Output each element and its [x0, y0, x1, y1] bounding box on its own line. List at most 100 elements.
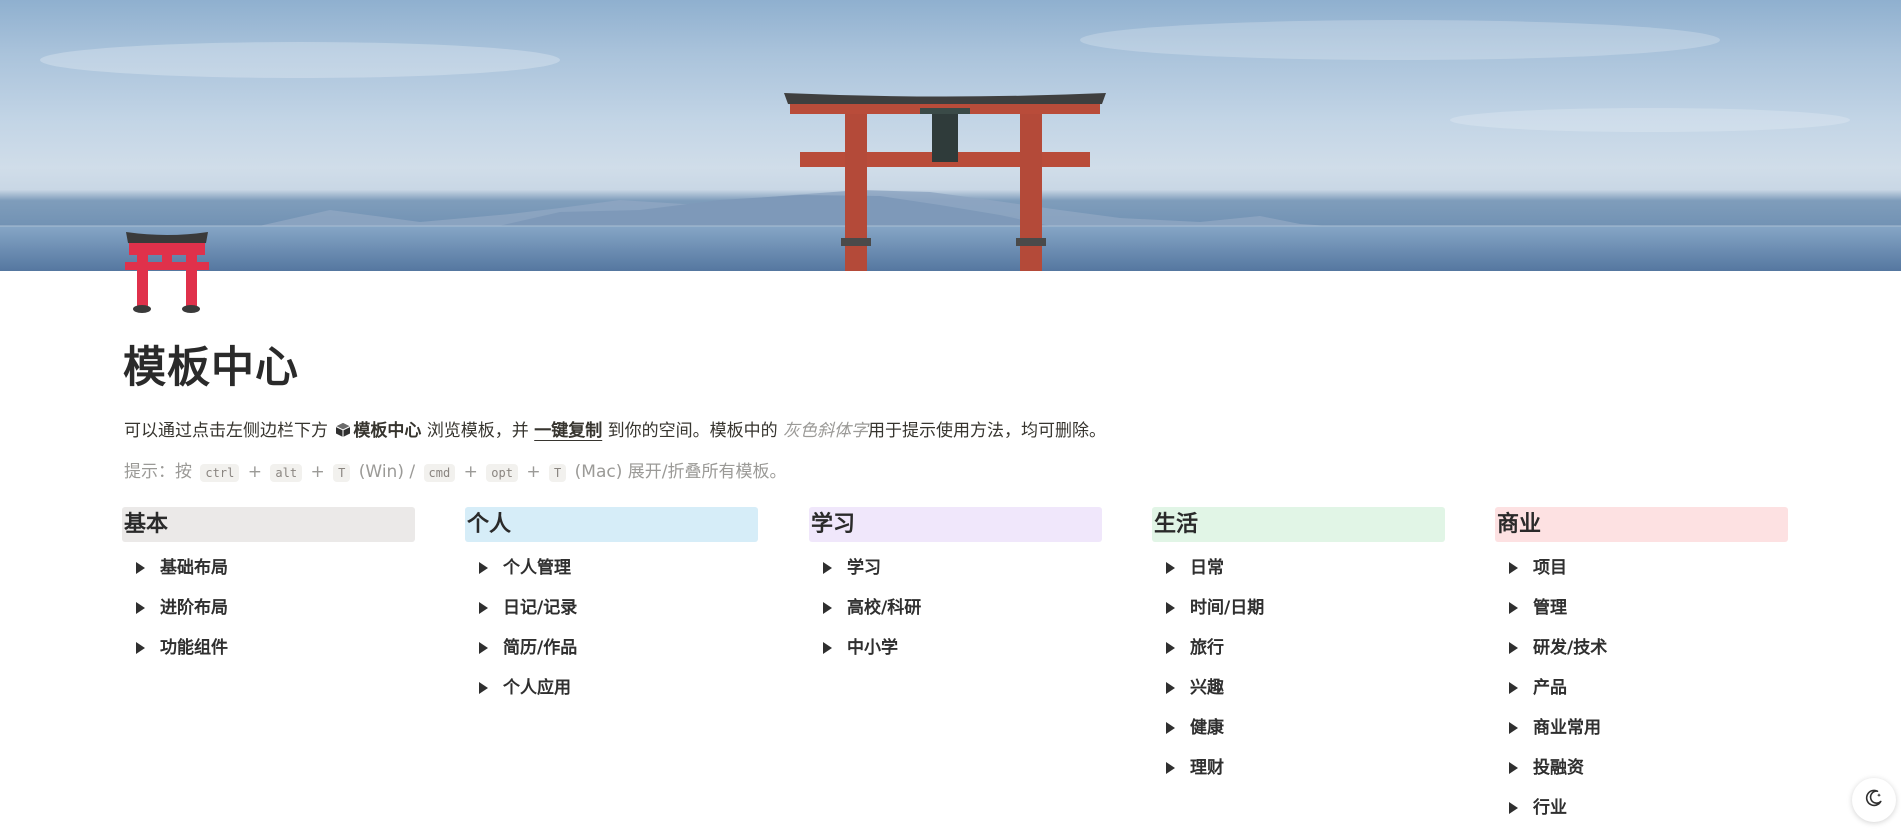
hint-plus: + [247, 462, 262, 482]
toggle-item[interactable]: 研发/技术 [1495, 628, 1788, 668]
triangle-right-icon[interactable] [1509, 562, 1518, 574]
hint-win: (Win) / [358, 462, 416, 482]
triangle-right-icon[interactable] [823, 642, 832, 654]
toggle-item[interactable]: 日记/记录 [465, 588, 758, 628]
moon-icon [1864, 788, 1884, 813]
toggle-item[interactable]: 基础布局 [122, 548, 415, 588]
toggle-label: 兴趣 [1190, 678, 1224, 698]
cube-icon [335, 422, 351, 443]
hint-suffix: (Mac) 展开/折叠所有模板。 [574, 462, 787, 482]
toggle-label: 简历/作品 [503, 638, 578, 658]
hint-plus: + [526, 462, 541, 482]
toggle-label: 日常 [1190, 558, 1224, 578]
toggle-label: 研发/技术 [1533, 638, 1608, 658]
toggle-item[interactable]: 功能组件 [122, 628, 415, 668]
toggle-label: 时间/日期 [1190, 598, 1265, 618]
triangle-right-icon[interactable] [1509, 722, 1518, 734]
triangle-right-icon[interactable] [1509, 682, 1518, 694]
kbd-cmd: cmd [423, 464, 456, 482]
triangle-right-icon[interactable] [1166, 602, 1175, 614]
hint-plus: + [463, 462, 478, 482]
gray-italic-text: 灰色斜体字 [783, 421, 869, 441]
triangle-right-icon[interactable] [479, 682, 488, 694]
toggle-item[interactable]: 行业 [1495, 788, 1788, 828]
triangle-right-icon[interactable] [1166, 562, 1175, 574]
page-title: 模板中心 [123, 343, 299, 393]
toggle-item[interactable]: 投融资 [1495, 748, 1788, 788]
toggle-label: 旅行 [1190, 638, 1224, 658]
triangle-right-icon[interactable] [479, 602, 488, 614]
intro-part3: 到你的空间。模板中的 [607, 421, 778, 441]
toggle-label: 日记/记录 [503, 598, 578, 618]
toggle-item[interactable]: 时间/日期 [1152, 588, 1445, 628]
intro-part4: 用于提示使用方法，均可删除。 [868, 421, 1107, 441]
column-heading: 生活 [1152, 507, 1445, 542]
toggle-item[interactable]: 个人应用 [465, 668, 758, 708]
toggle-item[interactable]: 旅行 [1152, 628, 1445, 668]
toggle-item[interactable]: 日常 [1152, 548, 1445, 588]
column-basic: 基本 基础布局 进阶布局 功能组件 [122, 507, 415, 668]
toggle-item[interactable]: 产品 [1495, 668, 1788, 708]
triangle-right-icon[interactable] [823, 562, 832, 574]
column-business: 商业 项目 管理 研发/技术 产品 商业常用 投融资 行业 [1495, 507, 1788, 828]
toggle-label: 学习 [847, 558, 881, 578]
triangle-right-icon[interactable] [479, 562, 488, 574]
toggle-item[interactable]: 中小学 [809, 628, 1102, 668]
kbd-ctrl: ctrl [200, 464, 240, 482]
toggle-label: 功能组件 [160, 638, 228, 658]
column-heading: 基本 [122, 507, 415, 542]
toggle-item[interactable]: 健康 [1152, 708, 1445, 748]
toggle-label: 项目 [1533, 558, 1567, 578]
toggle-label: 管理 [1533, 598, 1567, 618]
column-heading: 学习 [809, 507, 1102, 542]
hint-plus: + [310, 462, 325, 482]
triangle-right-icon[interactable] [136, 642, 145, 654]
intro-part1: 可以通过点击左侧边栏下方 [124, 421, 328, 441]
one-click-copy-text: 一键复制 [534, 421, 603, 441]
triangle-right-icon[interactable] [823, 602, 832, 614]
toggle-label: 理财 [1190, 758, 1224, 778]
toggle-item[interactable]: 项目 [1495, 548, 1788, 588]
triangle-right-icon[interactable] [136, 602, 145, 614]
torii-icon[interactable] [121, 228, 213, 314]
toggle-item[interactable]: 管理 [1495, 588, 1788, 628]
toggle-label: 高校/科研 [847, 598, 922, 618]
triangle-right-icon[interactable] [1509, 762, 1518, 774]
triangle-right-icon[interactable] [1166, 642, 1175, 654]
hint-text: 提示：按 ctrl + alt + T (Win) / cmd + opt + … [124, 457, 786, 482]
triangle-right-icon[interactable] [479, 642, 488, 654]
toggle-label: 个人管理 [503, 558, 571, 578]
toggle-item[interactable]: 商业常用 [1495, 708, 1788, 748]
toggle-item[interactable]: 高校/科研 [809, 588, 1102, 628]
toggle-item[interactable]: 进阶布局 [122, 588, 415, 628]
theme-toggle-button[interactable] [1852, 778, 1896, 822]
column-heading: 商业 [1495, 507, 1788, 542]
kbd-alt: alt [270, 464, 303, 482]
cover-image [0, 0, 1901, 271]
toggle-label: 个人应用 [503, 678, 571, 698]
triangle-right-icon[interactable] [1509, 802, 1518, 814]
column-heading: 个人 [465, 507, 758, 542]
intro-part2: 浏览模板，并 [426, 421, 529, 441]
toggle-label: 基础布局 [160, 558, 228, 578]
triangle-right-icon[interactable] [1509, 642, 1518, 654]
toggle-item[interactable]: 兴趣 [1152, 668, 1445, 708]
toggle-label: 中小学 [847, 638, 898, 658]
toggle-label: 进阶布局 [160, 598, 228, 618]
intro-text: 可以通过点击左侧边栏下方 模板中心 浏览模板，并 一键复制 到你的空间。模板中的… [124, 416, 1106, 443]
kbd-t: T [333, 464, 351, 482]
toggle-label: 健康 [1190, 718, 1224, 738]
template-center-link[interactable]: 模板中心 [353, 421, 421, 441]
triangle-right-icon[interactable] [136, 562, 145, 574]
toggle-item[interactable]: 个人管理 [465, 548, 758, 588]
triangle-right-icon[interactable] [1166, 762, 1175, 774]
triangle-right-icon[interactable] [1166, 682, 1175, 694]
triangle-right-icon[interactable] [1509, 602, 1518, 614]
toggle-item[interactable]: 简历/作品 [465, 628, 758, 668]
toggle-item[interactable]: 理财 [1152, 748, 1445, 788]
toggle-item[interactable]: 学习 [809, 548, 1102, 588]
toggle-label: 产品 [1533, 678, 1567, 698]
triangle-right-icon[interactable] [1166, 722, 1175, 734]
column-life: 生活 日常 时间/日期 旅行 兴趣 健康 理财 [1152, 507, 1445, 788]
toggle-label: 商业常用 [1533, 718, 1601, 738]
